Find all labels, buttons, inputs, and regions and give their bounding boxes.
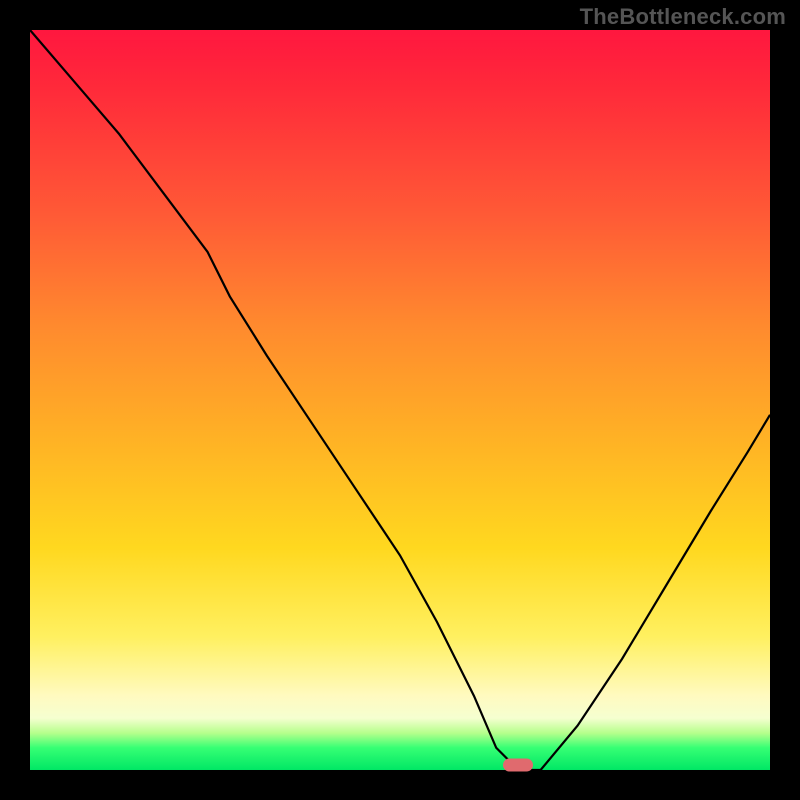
watermark-text: TheBottleneck.com [580, 4, 786, 30]
plot-area [30, 30, 770, 770]
chart-frame: TheBottleneck.com [0, 0, 800, 800]
background-gradient [30, 30, 770, 770]
